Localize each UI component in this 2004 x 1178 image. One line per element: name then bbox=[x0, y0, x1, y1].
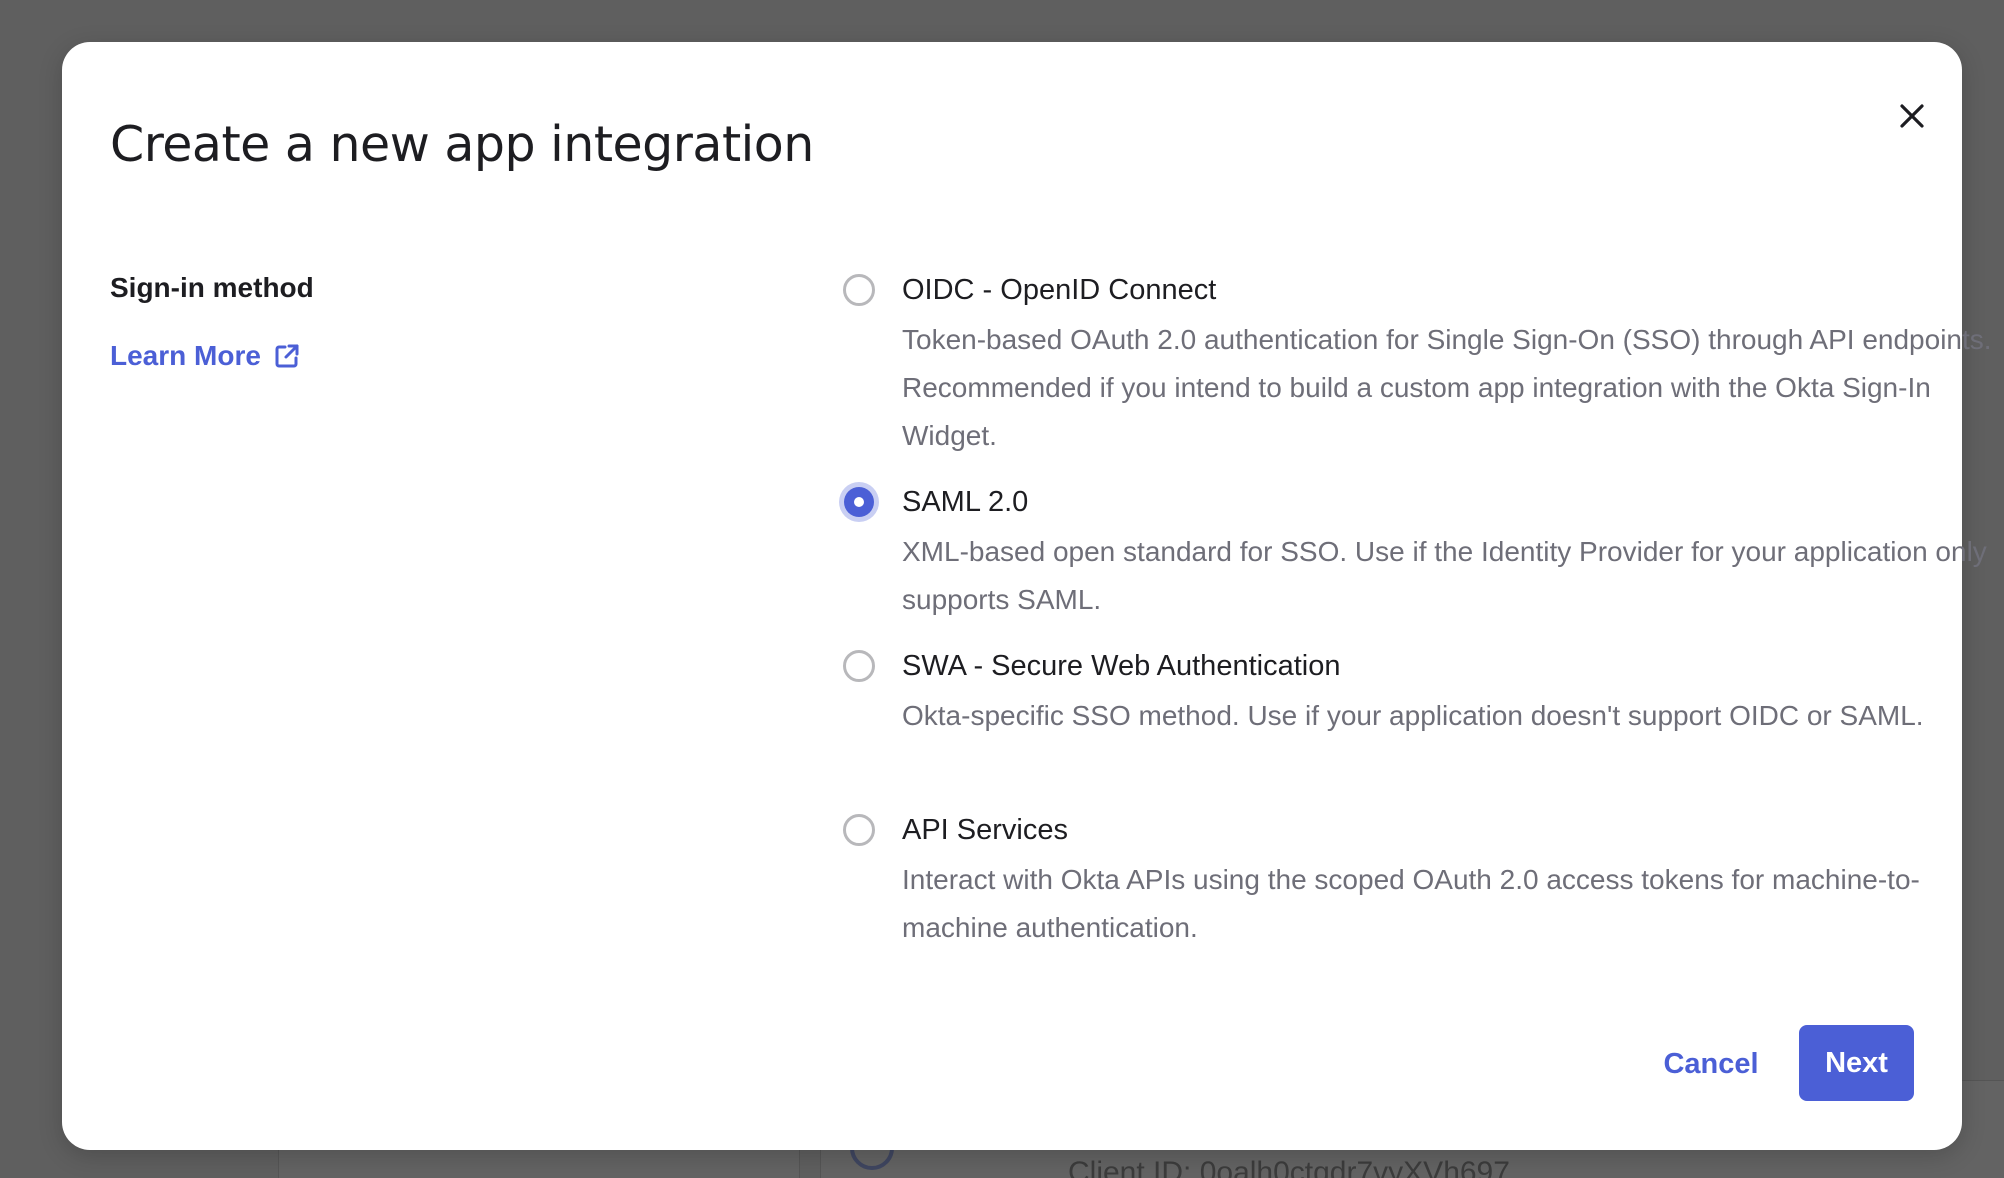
option-title: API Services bbox=[902, 814, 1068, 846]
close-button[interactable] bbox=[1880, 84, 1944, 148]
option-title: OIDC - OpenID Connect bbox=[902, 274, 1217, 306]
option-description: Interact with Okta APIs using the scoped… bbox=[902, 864, 1920, 943]
close-icon bbox=[1900, 104, 1924, 128]
option-saml[interactable]: SAML 2.0 XML-based open standard for SSO… bbox=[840, 482, 1992, 624]
option-description: Okta-specific SSO method. Use if your ap… bbox=[902, 700, 1924, 731]
option-oidc[interactable]: OIDC - OpenID Connect Token-based OAuth … bbox=[840, 270, 1992, 460]
option-swa[interactable]: SWA - Secure Web Authentication Okta-spe… bbox=[840, 646, 1992, 740]
external-link-icon bbox=[273, 342, 301, 370]
option-title: SWA - Secure Web Authentication bbox=[902, 650, 1341, 682]
option-description: XML-based open standard for SSO. Use if … bbox=[902, 536, 1987, 615]
dialog-title: Create a new app integration bbox=[110, 116, 814, 173]
background-client-id: Client ID: 0oalh0ctqdr7vyXVh697 bbox=[1068, 1156, 1510, 1178]
option-api-services[interactable]: API Services Interact with Okta APIs usi… bbox=[840, 810, 1992, 952]
radio-swa[interactable] bbox=[843, 650, 875, 682]
radio-api-services[interactable] bbox=[843, 814, 875, 846]
option-description: Token-based OAuth 2.0 authentication for… bbox=[902, 324, 1992, 451]
next-button[interactable]: Next bbox=[1799, 1025, 1914, 1101]
radio-saml[interactable] bbox=[844, 487, 874, 517]
radio-oidc[interactable] bbox=[843, 274, 875, 306]
learn-more-label: Learn More bbox=[110, 340, 261, 371]
sign-in-method-label: Sign-in method bbox=[110, 272, 314, 303]
option-title: SAML 2.0 bbox=[902, 486, 1029, 518]
create-app-integration-dialog: Create a new app integration Sign-in met… bbox=[62, 42, 1992, 1150]
cancel-button[interactable]: Cancel bbox=[1646, 1026, 1776, 1102]
learn-more-link[interactable]: Learn More bbox=[110, 340, 301, 372]
